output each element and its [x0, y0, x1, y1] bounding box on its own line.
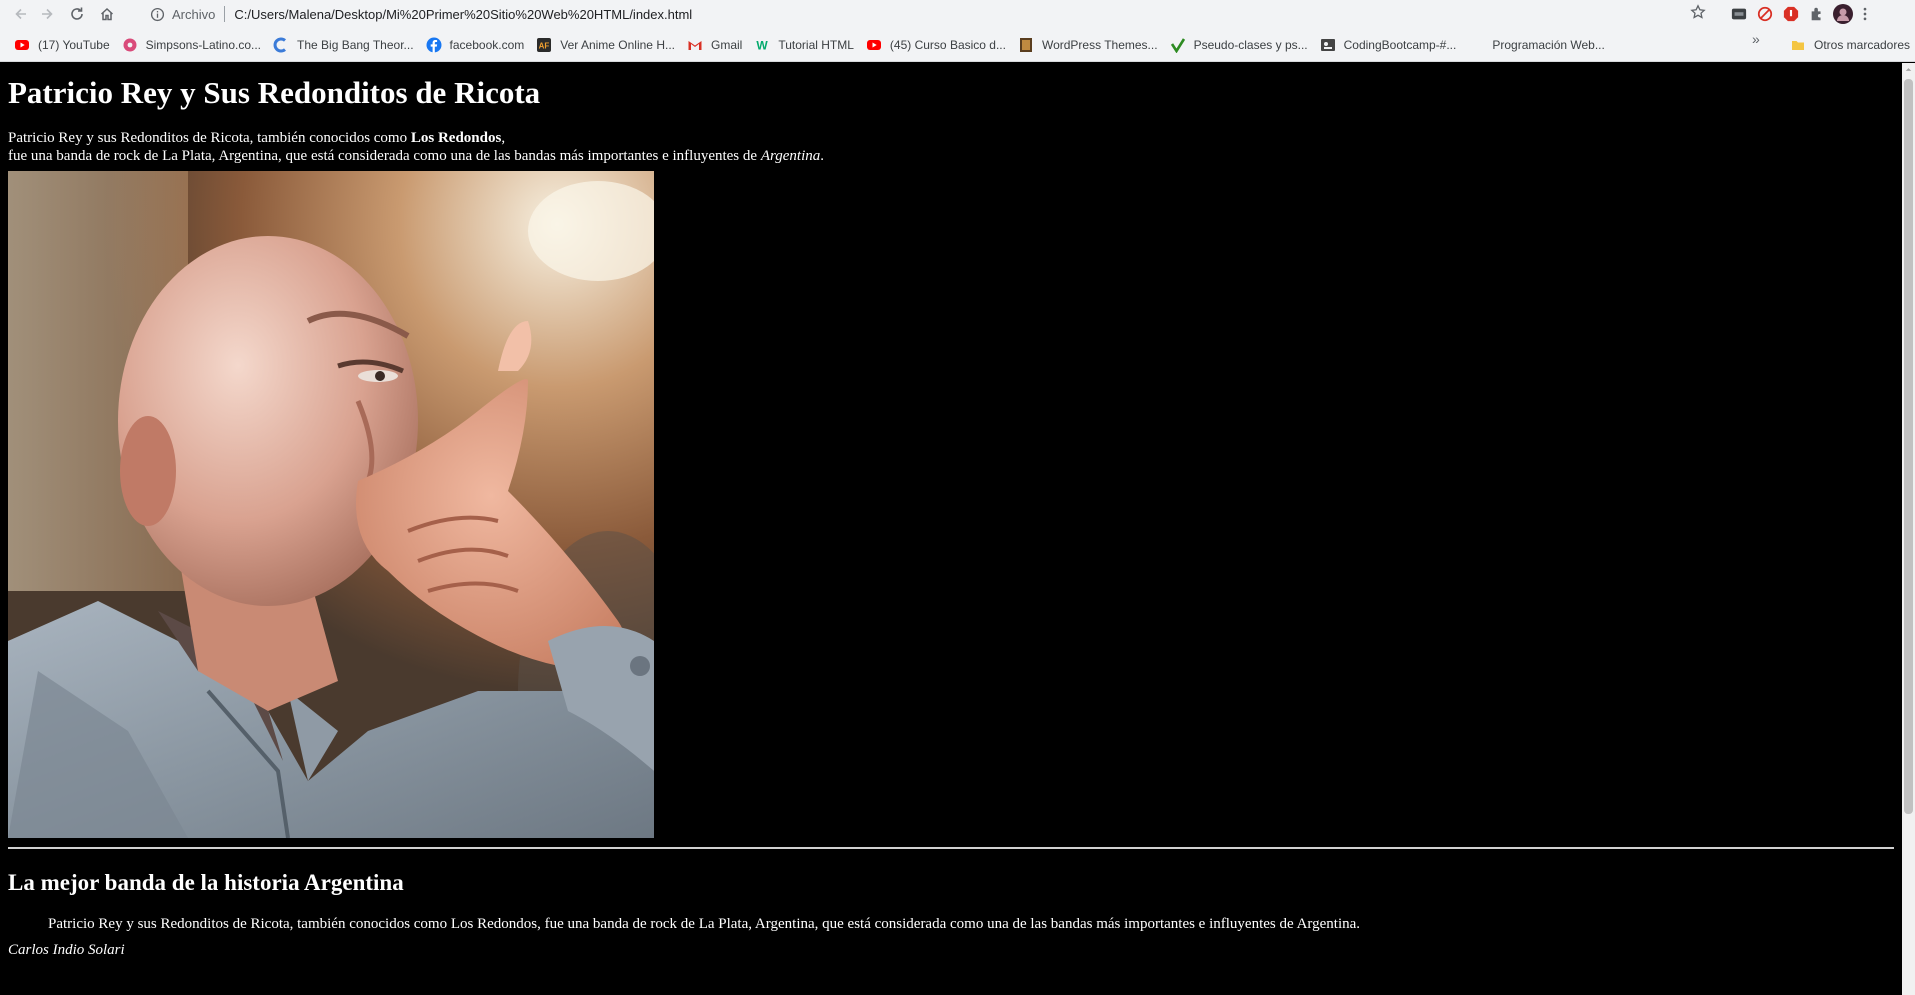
bookmark-tutorial-html[interactable]: W Tutorial HTML	[748, 31, 860, 59]
big-bang-icon	[273, 37, 289, 53]
back-icon[interactable]	[8, 1, 34, 27]
bookmark-label: The Big Bang Theor...	[297, 37, 414, 52]
extension-block-icon[interactable]	[1754, 3, 1776, 25]
intro-paragraph: Patricio Rey y sus Redonditos de Ricota,…	[8, 129, 1894, 165]
bookmark-label: CodingBootcamp-#...	[1343, 37, 1457, 52]
bookmark-wordpress-themes[interactable]: WordPress Themes...	[1012, 31, 1164, 59]
bookmark-big-bang[interactable]: The Big Bang Theor...	[267, 31, 420, 59]
extension-adblock-icon[interactable]	[1780, 3, 1802, 25]
info-icon[interactable]	[148, 5, 166, 23]
extensions-row	[1728, 3, 1876, 25]
url-text[interactable]: C:/Users/Malena/Desktop/Mi%20Primer%20Si…	[234, 7, 692, 22]
profile-avatar[interactable]	[1832, 3, 1854, 25]
bookmark-label: Gmail	[711, 37, 743, 52]
intro-line-2: fue una banda de rock de La Plata, Argen…	[8, 148, 761, 164]
simpsons-icon	[122, 37, 138, 53]
bookmark-label: Ver Anime Online H...	[560, 37, 675, 52]
bookmark-facebook[interactable]: facebook.com	[420, 31, 531, 59]
folder-icon	[1790, 37, 1806, 53]
singer-photo	[8, 171, 654, 838]
intro-comma: ,	[501, 130, 506, 146]
wordpress-themes-icon	[1018, 37, 1034, 53]
bookmark-anime[interactable]: AF Ver Anime Online H...	[530, 31, 681, 59]
bookmark-simpsons[interactable]: Simpsons-Latino.co...	[116, 31, 267, 59]
quote-author: Carlos Indio Solari	[8, 942, 125, 958]
svg-text:AF: AF	[539, 41, 550, 50]
intro-bold-text: Los Redondos	[410, 130, 502, 146]
bookmark-programacion-web[interactable]: Programación Web...	[1462, 31, 1611, 59]
bookmark-youtube[interactable]: (17) YouTube	[8, 31, 116, 59]
address-separator	[224, 6, 226, 22]
bookmark-curso-basico[interactable]: (45) Curso Basico d...	[860, 31, 1012, 59]
bookmark-label: (45) Curso Basico d...	[889, 37, 1006, 52]
intro-text: Patricio Rey y sus Redonditos de Ricota,…	[8, 130, 411, 146]
section-heading: La mejor banda de la historia Argentina	[8, 870, 404, 895]
page-title: Patricio Rey y Sus Redonditos de Ricota	[8, 75, 541, 110]
scrollbar-thumb[interactable]	[1904, 79, 1913, 814]
other-bookmarks[interactable]: Otros marcadores	[1784, 31, 1915, 59]
bookmark-label: facebook.com	[449, 37, 525, 52]
blockquote: Patricio Rey y sus Redonditos de Ricota,…	[48, 916, 1361, 932]
youtube-icon	[866, 37, 882, 53]
bookmark-pseudo-clases[interactable]: Pseudo-clases y ps...	[1164, 31, 1314, 59]
extension-new-icon[interactable]	[1728, 3, 1750, 25]
bookmark-codingbootcamp[interactable]: CodingBootcamp-#...	[1314, 31, 1463, 59]
youtube-icon	[14, 37, 30, 53]
horizontal-rule	[8, 847, 1894, 849]
address-bar[interactable]: Archivo C:/Users/Malena/Desktop/Mi%20Pri…	[140, 2, 1700, 26]
checkmark-icon	[1170, 37, 1186, 53]
bookmark-star-icon[interactable]	[1690, 4, 1706, 20]
gmail-icon	[687, 37, 703, 53]
scroll-up-arrow-icon[interactable]	[1902, 63, 1915, 76]
vertical-scrollbar[interactable]	[1902, 63, 1915, 995]
bookmark-label: (17) YouTube	[38, 37, 110, 52]
facebook-icon	[426, 37, 442, 53]
intro-italic-text: Argentina	[760, 148, 821, 164]
bookmarks-bar: (17) YouTube Simpsons-Latino.co... The B…	[0, 28, 1915, 62]
more-bookmarks-chevron-icon[interactable]: »	[1752, 31, 1760, 47]
bookmark-label: Tutorial HTML	[778, 37, 854, 52]
extensions-puzzle-icon[interactable]	[1806, 3, 1828, 25]
bookmark-label: Programación Web...	[1492, 37, 1605, 52]
w3schools-icon: W	[754, 37, 770, 53]
svg-text:W: W	[757, 38, 769, 52]
scheme-label: Archivo	[172, 6, 216, 22]
home-icon[interactable]	[94, 1, 120, 27]
intro-period: .	[820, 148, 824, 164]
bookmark-label: WordPress Themes...	[1041, 37, 1158, 52]
reload-icon[interactable]	[64, 1, 90, 27]
bookmark-label: Pseudo-clases y ps...	[1193, 37, 1308, 52]
bookmark-gmail[interactable]: Gmail	[681, 31, 748, 59]
browser-toolbar: Archivo C:/Users/Malena/Desktop/Mi%20Pri…	[0, 0, 1915, 28]
page-content: Patricio Rey y Sus Redonditos de Ricota …	[0, 63, 1902, 995]
forward-icon[interactable]	[34, 1, 60, 27]
codingbootcamp-icon	[1320, 37, 1336, 53]
anime-icon: AF	[536, 37, 552, 53]
browser-menu-icon[interactable]	[1854, 3, 1876, 25]
blank-page-icon	[1468, 37, 1484, 53]
other-bookmarks-label: Otros marcadores	[1814, 38, 1911, 52]
bookmark-label: Simpsons-Latino.co...	[145, 37, 262, 52]
